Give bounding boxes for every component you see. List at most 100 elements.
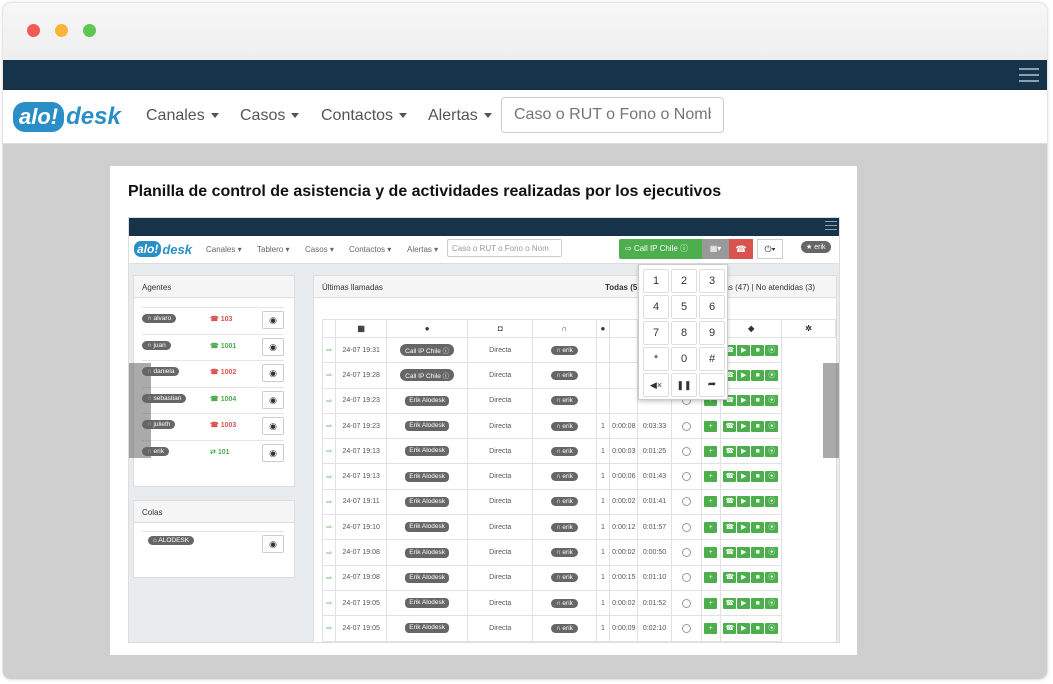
call-in-icon: ⇨ [321, 387, 337, 414]
logo-alo: alo! [134, 241, 162, 257]
info-icon: ● [595, 319, 611, 338]
call-count: 1 [595, 463, 611, 490]
stop-icon: ■ [751, 597, 765, 609]
select-radio [670, 564, 703, 591]
add-icon: + [704, 572, 718, 584]
agent-name: erik [562, 549, 573, 557]
wait-time: 0:00:03 [609, 438, 639, 465]
carousel-prev-button[interactable]: ‹ [129, 363, 151, 458]
add-icon: + [704, 597, 718, 609]
call-in-icon: ⇨ [321, 438, 337, 465]
caller-pill: Erik Alodesk [405, 623, 450, 634]
close-window-button[interactable] [27, 24, 40, 37]
play-icon: ▶ [737, 496, 751, 508]
phone-icon: ☎ [210, 422, 219, 429]
add-cell: + [701, 488, 722, 516]
eye-icon: ◉ [262, 443, 284, 462]
carousel-next-button[interactable] [823, 363, 839, 458]
agent-cell: ∩ erik [532, 615, 597, 642]
download-icon: ⦿ [765, 420, 779, 432]
agent-name: erik [562, 624, 573, 632]
add-icon: + [704, 445, 718, 457]
select-radio [670, 463, 703, 490]
main-navbar: alo! desk Canales Casos Contactos Alerta… [3, 90, 1047, 144]
phone-icon: ☎ [723, 572, 737, 584]
call-count [595, 362, 611, 389]
select-radio [670, 640, 703, 642]
dialpad-key: 2 [671, 269, 697, 293]
dialpad-key: 0 [671, 347, 697, 371]
call-type: Directa [467, 488, 534, 516]
table-row: ⇨ 24-07 19:13 Erik Alodesk Directa ∩ erik 1 0:… [321, 438, 836, 465]
embedded-logo: alo! desk [134, 241, 192, 257]
dialpad-key: 6 [699, 295, 725, 319]
nav-contactos[interactable]: Contactos [321, 107, 408, 125]
caller-pill: Call IP Chile ⓘ [400, 369, 455, 382]
phone-icon: ☎ [723, 622, 737, 634]
caller-name: Erik Alodesk [409, 573, 446, 581]
dialpad-key: 7 [643, 321, 669, 345]
call-type: Directa [467, 589, 534, 617]
wait-time: 0:00:02 [609, 539, 639, 566]
play-icon: ▶ [737, 471, 751, 483]
nav-canales[interactable]: Canales [146, 107, 219, 125]
hangup-icon: ☎ [729, 239, 753, 259]
call-in-icon: ⇨ [321, 514, 337, 541]
alodesk-logo[interactable]: alo! desk [13, 100, 121, 134]
agent-pill: ∩ erik [550, 573, 578, 583]
agent-cell: ∩ erik [532, 564, 597, 591]
caller-cell: Erik Alodesk [385, 539, 469, 566]
phone-icon: ☎ [210, 316, 219, 323]
select-radio [670, 615, 703, 642]
add-icon: + [704, 471, 718, 483]
hamburger-menu-icon[interactable] [1019, 68, 1039, 86]
call-count: 1 [595, 539, 611, 566]
stop-icon: ■ [751, 395, 765, 407]
caller-cell: Erik Alodesk [385, 589, 469, 617]
table-row: ⇨ 24-07 19:28 Call IP Chile ⓘ Directa ∩ erik… [321, 362, 836, 389]
agent-pill: ∩ juan [142, 340, 171, 350]
wait-time: 0:00:06 [609, 463, 639, 490]
caller-pill: Erik Alodesk [405, 598, 450, 609]
headset-icon: ∩ [532, 319, 597, 338]
call-in-icon: ⇨ [321, 615, 337, 642]
dialpad-key: 9 [699, 321, 725, 345]
wait-time: 0:00:15 [609, 564, 639, 591]
agent-ext-number: 1003 [220, 422, 237, 429]
nav-alertas[interactable]: Alertas [428, 107, 492, 125]
search-input[interactable] [501, 97, 724, 133]
eye-icon: ◉ [262, 417, 284, 435]
nav-casos[interactable]: Casos [240, 107, 300, 125]
call-count: 1 [595, 615, 611, 642]
caller-cell: Call IP Chile ⓘ [385, 362, 469, 389]
call-in-icon: ⇨ [321, 412, 337, 440]
agent-cell: ∩ erik [532, 463, 597, 490]
chevron-down-icon [483, 113, 492, 119]
call-in-icon: ⇨ [321, 463, 337, 490]
agent-name: erik [562, 523, 573, 531]
agent-ext-number: 103 [220, 316, 233, 323]
caller-cell: Erik Alodesk [385, 463, 469, 490]
calendar-icon: ▦ [335, 319, 387, 338]
stop-icon: ■ [751, 471, 765, 483]
dialpad-key: # [699, 347, 725, 371]
caller-name: Erik Alodesk [409, 548, 446, 556]
caller-name: Erik Alodesk [409, 624, 446, 632]
agent-row: ∩ juan ☎ 1001 ◉ [142, 333, 284, 360]
call-date: 24-07 19:05 [335, 589, 387, 617]
user-name: erik [814, 244, 826, 251]
minimize-window-button[interactable] [55, 24, 68, 37]
agent-pill: ∩ erik [550, 472, 578, 482]
call-count: 1 [595, 589, 611, 617]
add-cell: + [701, 539, 722, 566]
actions-cell: ☎▶■⦿ [720, 463, 783, 490]
agent-name: erik [562, 447, 573, 455]
call-type: Directa [467, 438, 534, 465]
maximize-window-button[interactable] [83, 24, 96, 37]
phone-icon: ☎ [723, 597, 737, 609]
table-row: ⇨24-07 19:04Erik AlodeskDirecta∩ erik10:… [321, 640, 836, 642]
call-count [595, 387, 611, 414]
talk-time: 0:01:10 [637, 564, 672, 591]
call-date: 24-07 19:04 [335, 640, 387, 642]
caller-pill: Erik Alodesk [405, 421, 450, 432]
